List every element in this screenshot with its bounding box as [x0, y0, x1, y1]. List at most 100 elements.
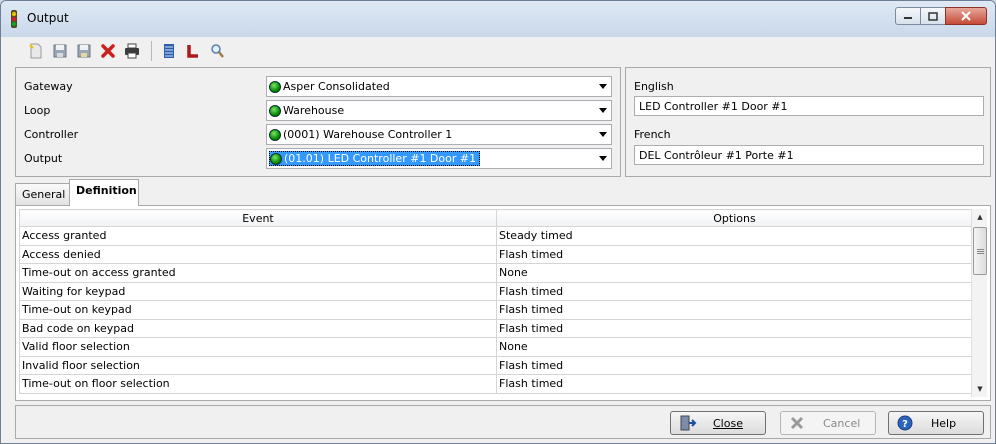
- language-panel: English LED Controller #1 Door #1 French…: [625, 67, 991, 177]
- table-row[interactable]: Access granted Steady timed: [19, 226, 973, 246]
- loop-select[interactable]: Warehouse: [266, 100, 612, 121]
- save-copy-icon: [77, 44, 91, 58]
- window-controls: [895, 7, 987, 25]
- table-row[interactable]: Waiting for keypad Flash timed: [19, 281, 973, 301]
- table-row[interactable]: Bad code on keypad Flash timed: [19, 318, 973, 338]
- close-window-button[interactable]: [945, 7, 987, 25]
- save-as-button[interactable]: [73, 40, 95, 62]
- title-bar: Output: [1, 1, 995, 37]
- help-button-label: Help: [931, 417, 957, 430]
- close-icon: [961, 11, 971, 21]
- grip-icon: [976, 248, 984, 254]
- column-header-options[interactable]: Options: [496, 209, 973, 227]
- toolbar: [1, 37, 995, 65]
- print-button[interactable]: [121, 40, 143, 62]
- loop-value: Warehouse: [283, 104, 345, 117]
- controller-label: Controller: [24, 128, 79, 141]
- french-label: French: [634, 128, 671, 141]
- status-led-icon: [269, 128, 281, 141]
- list-button[interactable]: [158, 40, 180, 62]
- event-cell[interactable]: Invalid floor selection: [19, 355, 497, 375]
- english-label: English: [634, 80, 674, 93]
- connector-icon: [187, 45, 198, 58]
- status-led-icon: [269, 104, 281, 117]
- event-grid: Event Options Access granted Steady timed…: [19, 209, 973, 397]
- table-row[interactable]: Time-out on floor selection Flash timed: [19, 374, 973, 394]
- chevron-down-icon[interactable]: [599, 84, 607, 89]
- options-cell[interactable]: Flash timed: [496, 355, 973, 375]
- gateway-select[interactable]: Asper Consolidated: [266, 76, 612, 97]
- exit-door-icon: [680, 415, 697, 431]
- minimize-button[interactable]: [895, 7, 921, 25]
- gateway-value: Asper Consolidated: [283, 80, 390, 93]
- options-cell[interactable]: Flash timed: [496, 281, 973, 301]
- output-row: Output (01.01) LED Controller #1 Door #1: [16, 147, 620, 171]
- help-button[interactable]: ? Help: [888, 411, 984, 435]
- definition-tab-panel: Event Options Access granted Steady timed…: [15, 205, 991, 401]
- options-cell[interactable]: Flash timed: [496, 318, 973, 338]
- close-button[interactable]: Close: [670, 411, 766, 435]
- save-button[interactable]: [49, 40, 71, 62]
- link-button[interactable]: [182, 40, 204, 62]
- output-label: Output: [24, 152, 63, 165]
- event-cell[interactable]: Valid floor selection: [19, 337, 497, 357]
- delete-button[interactable]: [97, 40, 119, 62]
- output-window: Output Gateway Asper Consolidated Loop W…: [0, 0, 996, 444]
- maximize-button[interactable]: [920, 7, 946, 25]
- grid-header-row: Event Options: [19, 209, 973, 227]
- chevron-down-icon[interactable]: [599, 108, 607, 113]
- event-cell[interactable]: Time-out on access granted: [19, 263, 497, 283]
- selection-panel: Gateway Asper Consolidated Loop Warehous…: [15, 67, 621, 177]
- chevron-down-icon[interactable]: [599, 156, 607, 161]
- table-row[interactable]: Access denied Flash timed: [19, 244, 973, 264]
- scroll-up-icon[interactable]: ▲: [972, 209, 988, 225]
- search-button[interactable]: [206, 40, 228, 62]
- event-cell[interactable]: Bad code on keypad: [19, 318, 497, 338]
- options-cell[interactable]: Steady timed: [496, 226, 973, 246]
- controller-value: (0001) Warehouse Controller 1: [283, 128, 453, 141]
- loop-label: Loop: [24, 104, 51, 117]
- options-cell[interactable]: None: [496, 337, 973, 357]
- output-select[interactable]: (01.01) LED Controller #1 Door #1: [266, 148, 612, 169]
- vertical-scrollbar[interactable]: ▲ ▼: [971, 209, 987, 397]
- list-icon: [164, 44, 174, 58]
- event-cell[interactable]: Time-out on floor selection: [19, 374, 497, 394]
- minimize-icon: [904, 17, 912, 19]
- cancel-button[interactable]: Cancel: [780, 411, 876, 435]
- options-cell[interactable]: Flash timed: [496, 300, 973, 320]
- table-row[interactable]: Time-out on access granted None: [19, 263, 973, 283]
- scroll-thumb[interactable]: [973, 227, 987, 275]
- tab-definition[interactable]: Definition: [69, 179, 139, 206]
- delete-icon: [101, 44, 115, 58]
- table-row[interactable]: Valid floor selection None: [19, 337, 973, 357]
- traffic-light-icon: [11, 10, 17, 28]
- table-row[interactable]: Time-out on keypad Flash timed: [19, 300, 973, 320]
- options-cell[interactable]: Flash timed: [496, 244, 973, 264]
- status-led-icon: [269, 80, 281, 93]
- close-button-label: Close: [713, 417, 743, 430]
- options-cell[interactable]: Flash timed: [496, 374, 973, 394]
- cancel-icon: [790, 416, 804, 430]
- french-name-field[interactable]: DEL Contrôleur #1 Porte #1: [634, 145, 984, 165]
- event-cell[interactable]: Access granted: [19, 226, 497, 246]
- scroll-down-icon[interactable]: ▼: [972, 381, 988, 397]
- controller-select[interactable]: (0001) Warehouse Controller 1: [266, 124, 612, 145]
- gateway-label: Gateway: [24, 80, 73, 93]
- english-name-field[interactable]: LED Controller #1 Door #1: [634, 96, 984, 116]
- status-led-icon: [270, 152, 282, 165]
- cancel-button-label: Cancel: [823, 417, 861, 430]
- event-cell[interactable]: Waiting for keypad: [19, 281, 497, 301]
- column-header-event[interactable]: Event: [19, 209, 497, 227]
- options-cell[interactable]: None: [496, 263, 973, 283]
- output-value: (01.01) LED Controller #1 Door #1: [284, 152, 477, 165]
- chevron-down-icon[interactable]: [599, 132, 607, 137]
- tab-general[interactable]: General: [15, 183, 71, 205]
- printer-icon: [125, 43, 139, 59]
- new-record-button[interactable]: [25, 40, 47, 62]
- event-cell[interactable]: Access denied: [19, 244, 497, 264]
- svg-text:?: ?: [902, 419, 908, 430]
- search-icon: [211, 44, 224, 58]
- help-icon: ?: [897, 415, 913, 431]
- table-row[interactable]: Invalid floor selection Flash timed: [19, 355, 973, 375]
- event-cell[interactable]: Time-out on keypad: [19, 300, 497, 320]
